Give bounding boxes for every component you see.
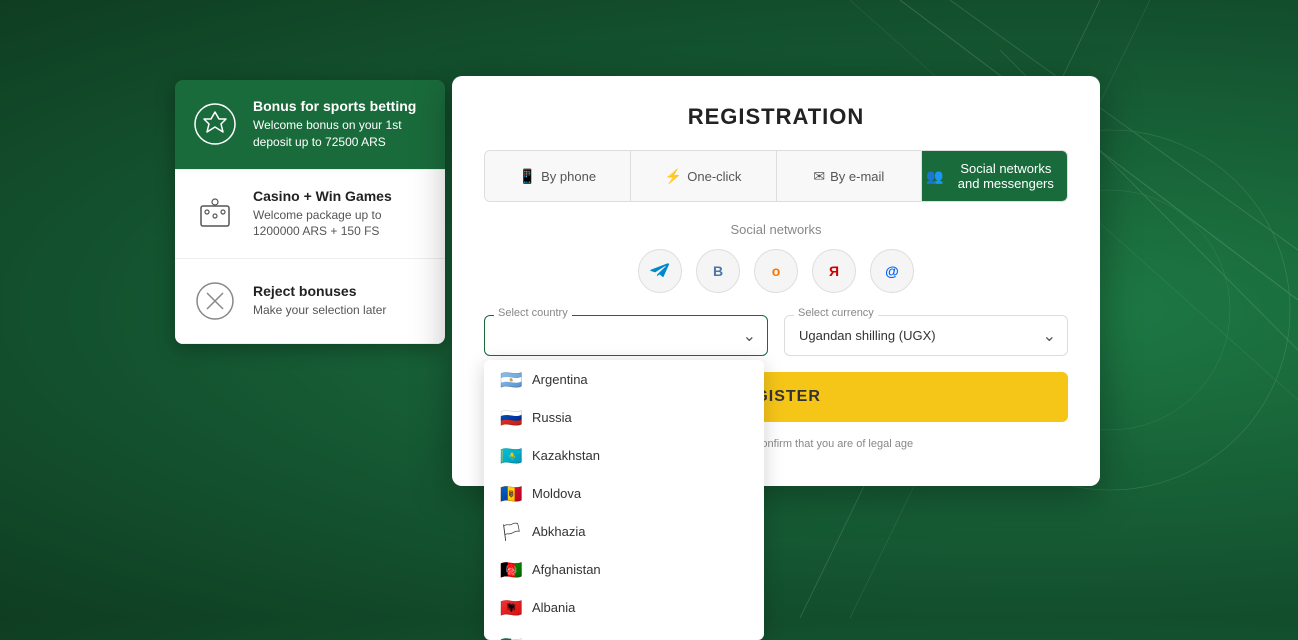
flag-afghanistan: 🇦🇫 bbox=[500, 561, 522, 577]
odnoklassniki-button[interactable]: о bbox=[754, 249, 798, 293]
country-name-albania: Albania bbox=[532, 600, 575, 615]
sidebar-item-casino[interactable]: Casino + Win Games Welcome package up to… bbox=[175, 170, 445, 260]
flag-abkhazia: 🏳 bbox=[500, 523, 522, 539]
country-name-afghanistan: Afghanistan bbox=[532, 562, 601, 577]
yandex-button[interactable]: Я bbox=[812, 249, 856, 293]
country-dropdown-scroll[interactable]: 🇦🇷 Argentina 🇷🇺 Russia 🇰🇿 Kazakhstan 🇲🇩 … bbox=[484, 360, 764, 640]
dropdown-item-moldova[interactable]: 🇲🇩 Moldova bbox=[484, 474, 764, 512]
country-select[interactable]: Argentina Russia Kazakhstan bbox=[484, 315, 768, 356]
form-row-selects: Select country Argentina Russia Kazakhst… bbox=[484, 315, 1068, 356]
soccer-icon bbox=[191, 100, 239, 148]
dropdown-item-kazakhstan[interactable]: 🇰🇿 Kazakhstan bbox=[484, 436, 764, 474]
sidebar-item-sports-desc: Welcome bonus on your 1st deposit up to … bbox=[253, 117, 429, 151]
flag-russia: 🇷🇺 bbox=[500, 409, 522, 425]
sidebar-item-reject[interactable]: Reject bonuses Make your selection later bbox=[175, 259, 445, 344]
sidebar-item-reject-title: Reject bonuses bbox=[253, 283, 386, 299]
tab-social-label: Social networks and messengers bbox=[949, 161, 1063, 191]
vk-button[interactable]: В bbox=[696, 249, 740, 293]
telegram-button[interactable] bbox=[638, 249, 682, 293]
mailru-button[interactable]: @ bbox=[870, 249, 914, 293]
currency-select[interactable]: Ugandan shilling (UGX) bbox=[784, 315, 1068, 356]
tab-email[interactable]: ✉ By e-mail bbox=[777, 151, 923, 201]
dropdown-item-afghanistan[interactable]: 🇦🇫 Afghanistan bbox=[484, 550, 764, 588]
lightning-icon: ⚡ bbox=[665, 168, 682, 185]
flag-albania: 🇦🇱 bbox=[500, 599, 522, 615]
sidebar-item-reject-desc: Make your selection later bbox=[253, 302, 386, 319]
dropdown-item-russia[interactable]: 🇷🇺 Russia bbox=[484, 398, 764, 436]
sidebar-item-reject-content: Reject bonuses Make your selection later bbox=[253, 283, 386, 319]
sidebar-item-sports-bonus[interactable]: Bonus for sports betting Welcome bonus o… bbox=[175, 80, 445, 170]
dropdown-item-argentina[interactable]: 🇦🇷 Argentina bbox=[484, 360, 764, 398]
tab-phone-label: By phone bbox=[541, 169, 596, 184]
dropdown-item-albania[interactable]: 🇦🇱 Albania bbox=[484, 588, 764, 626]
currency-field: Select currency Ugandan shilling (UGX) ⌄ bbox=[784, 315, 1068, 356]
flag-argentina: 🇦🇷 bbox=[500, 371, 522, 387]
country-field: Select country Argentina Russia Kazakhst… bbox=[484, 315, 768, 356]
modal-title: REGISTRATION bbox=[484, 104, 1068, 130]
casino-icon bbox=[191, 190, 239, 238]
dropdown-item-abkhazia[interactable]: 🏳 Abkhazia bbox=[484, 512, 764, 550]
people-icon: 👥 bbox=[926, 168, 943, 185]
country-name-abkhazia: Abkhazia bbox=[532, 524, 585, 539]
flag-kazakhstan: 🇰🇿 bbox=[500, 447, 522, 463]
social-networks-label: Social networks bbox=[484, 222, 1068, 237]
country-name-russia: Russia bbox=[532, 410, 572, 425]
country-dropdown: 🇦🇷 Argentina 🇷🇺 Russia 🇰🇿 Kazakhstan 🇲🇩 … bbox=[484, 360, 764, 640]
dropdown-item-algeria[interactable]: 🇩🇿 Algeria bbox=[484, 626, 764, 640]
email-icon: ✉ bbox=[813, 168, 825, 185]
country-label: Select country bbox=[494, 307, 572, 319]
registration-modal: REGISTRATION 📱 By phone ⚡ One-click ✉ By… bbox=[452, 76, 1100, 486]
currency-label: Select currency bbox=[794, 307, 878, 319]
sidebar-item-sports-title: Bonus for sports betting bbox=[253, 98, 429, 114]
country-name-kazakhstan: Kazakhstan bbox=[532, 448, 600, 463]
tab-phone[interactable]: 📱 By phone bbox=[485, 151, 631, 201]
reject-icon bbox=[191, 277, 239, 325]
country-name-moldova: Moldova bbox=[532, 486, 581, 501]
tab-oneclick[interactable]: ⚡ One-click bbox=[631, 151, 777, 201]
flag-moldova: 🇲🇩 bbox=[500, 485, 522, 501]
tab-social[interactable]: 👥 Social networks and messengers bbox=[922, 151, 1067, 201]
country-name-argentina: Argentina bbox=[532, 372, 588, 387]
phone-icon: 📱 bbox=[519, 168, 536, 185]
tab-oneclick-label: One-click bbox=[687, 169, 741, 184]
sidebar: Bonus for sports betting Welcome bonus o… bbox=[175, 80, 445, 344]
sidebar-item-casino-title: Casino + Win Games bbox=[253, 188, 429, 204]
sidebar-item-casino-content: Casino + Win Games Welcome package up to… bbox=[253, 188, 429, 241]
tab-email-label: By e-mail bbox=[830, 169, 884, 184]
sidebar-item-casino-desc: Welcome package up to 1200000 ARS + 150 … bbox=[253, 207, 429, 241]
sidebar-item-sports-content: Bonus for sports betting Welcome bonus o… bbox=[253, 98, 429, 151]
registration-tabs: 📱 By phone ⚡ One-click ✉ By e-mail 👥 Soc… bbox=[484, 150, 1068, 202]
social-icons-row: В о Я @ bbox=[484, 249, 1068, 293]
